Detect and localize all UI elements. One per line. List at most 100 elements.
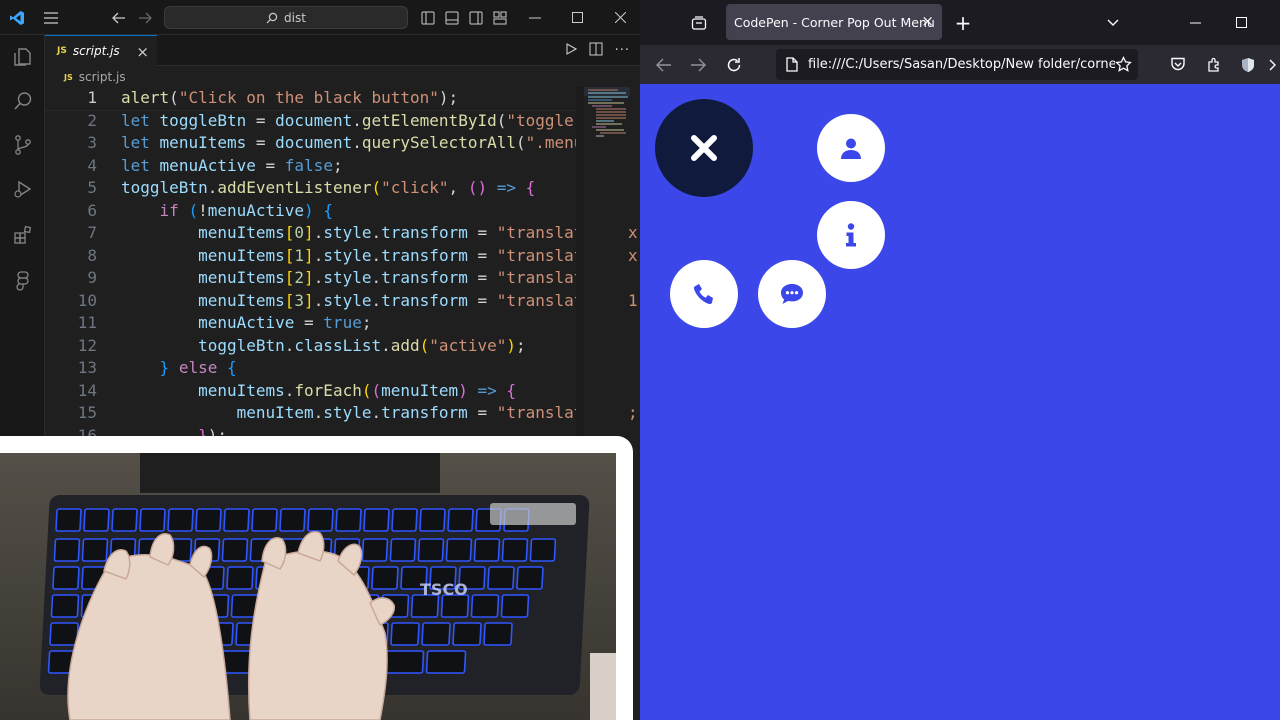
code-overflow-fragment (576, 335, 640, 358)
keyboard-key (55, 508, 82, 532)
command-center-search[interactable]: dist (164, 6, 408, 29)
code-line[interactable]: 10 menuItems[3].style.transform = "trans… (45, 290, 580, 313)
menu-icon[interactable] (40, 0, 62, 35)
keyboard-key (251, 508, 278, 532)
keyboard-key (516, 566, 544, 590)
minimap[interactable] (584, 87, 630, 147)
search-view-icon[interactable] (0, 81, 45, 121)
code-line[interactable]: 9 menuItems[2].style.transform = "transl… (45, 267, 580, 290)
breadcrumb[interactable]: JS script.js (64, 68, 126, 86)
source-control-icon[interactable] (0, 125, 45, 165)
firefox-nav-bar: file:///C:/Users/Sasan/Desktop/New folde… (640, 45, 1280, 84)
code-line[interactable]: 2 let toggleBtn = document.getElementById… (45, 110, 580, 133)
close-window-icon[interactable] (605, 0, 635, 35)
code-overflow-fragment: x, (628, 245, 640, 265)
minimize-icon[interactable] (520, 0, 550, 35)
line-number: 11 (77, 313, 97, 332)
code-line[interactable]: 3 let menuItems = document.querySelectorA… (45, 132, 580, 155)
js-file-icon: JS (57, 46, 67, 56)
line-number: 9 (87, 268, 97, 287)
line-number: 3 (87, 133, 97, 152)
menu-item-info[interactable] (817, 201, 885, 269)
code-line[interactable]: 6 if (!menuActive) { (45, 200, 580, 223)
forward-arrow-icon[interactable] (134, 0, 156, 35)
line-number: 7 (87, 223, 97, 242)
extensions-puzzle-icon[interactable] (1202, 45, 1226, 84)
close-tab-icon[interactable]: × (136, 43, 149, 61)
code-text: menuItems[0].style.transform = "translat… (198, 223, 580, 242)
code-text: menuActive = true; (198, 313, 372, 332)
code-editor[interactable]: 1 alert("Click on the black button"); 2 let… (45, 87, 580, 437)
reload-icon[interactable] (722, 45, 746, 84)
user-icon (841, 138, 861, 159)
code-text: if (!menuActive) { (159, 200, 333, 220)
keyboard-key (383, 650, 425, 674)
keyboard-key (389, 538, 417, 562)
figma-icon[interactable] (0, 261, 45, 301)
code-line[interactable]: 13 } else { (45, 357, 580, 380)
more-actions-icon[interactable]: ··· (615, 43, 630, 58)
firefox-view-icon[interactable] (686, 0, 712, 45)
code-line[interactable]: 4 let menuActive = false; (45, 155, 580, 178)
back-arrow-icon[interactable] (108, 0, 130, 35)
toggle-button[interactable] (655, 99, 753, 197)
minimize-icon[interactable] (1180, 0, 1210, 45)
code-line[interactable]: 7 menuItems[0].style.transform = "transl… (45, 222, 580, 245)
code-line[interactable]: 15 menuItem.style.transform = "translate (45, 402, 580, 425)
toggle-panel-icon[interactable] (442, 0, 462, 35)
keyboard-key (223, 508, 250, 532)
forward-arrow-icon[interactable] (686, 45, 710, 84)
menu-item-phone[interactable] (670, 260, 738, 328)
shield-icon[interactable] (1236, 45, 1260, 84)
menu-item-chat[interactable] (758, 260, 826, 328)
keyboard-key (361, 538, 389, 562)
explorer-icon[interactable] (0, 37, 45, 77)
tab-title: CodePen - Corner Pop Out Menu (734, 14, 935, 30)
code-overflow-fragment (576, 380, 640, 403)
maximize-icon[interactable] (562, 0, 592, 35)
line-number: 5 (87, 178, 97, 197)
line-number: 13 (77, 358, 97, 377)
toggle-sidebar-icon[interactable] (418, 0, 438, 35)
split-editor-icon[interactable] (589, 42, 603, 60)
code-overflow-fragment (576, 200, 640, 223)
page-icon (786, 57, 798, 72)
code-overflow-fragment (576, 312, 640, 335)
command-center-text: dist (284, 10, 306, 25)
code-text: menuItems[1].style.transform = "translat… (198, 245, 580, 265)
code-line[interactable]: 8 menuItems[1].style.transform = "transl… (45, 245, 580, 268)
close-tab-icon[interactable]: × (921, 12, 934, 30)
keyboard-key (421, 622, 451, 646)
pocket-icon[interactable] (1166, 45, 1190, 84)
menu-item-user[interactable] (817, 114, 885, 182)
code-overflow-fragment: ; (628, 403, 638, 422)
js-file-icon: JS (64, 72, 73, 82)
line-number: 14 (77, 380, 97, 400)
overflow-menu-icon[interactable] (1268, 45, 1280, 84)
tab-codepen[interactable]: CodePen - Corner Pop Out Menu × (726, 4, 942, 40)
list-tabs-chevron-down-icon[interactable] (1102, 0, 1124, 45)
run-debug-icon[interactable] (0, 169, 45, 209)
keyboard-key (53, 538, 81, 562)
extensions-icon[interactable] (0, 215, 45, 255)
url-bar[interactable]: file:///C:/Users/Sasan/Desktop/New folde… (776, 49, 1138, 80)
bookmark-star-icon[interactable] (1115, 56, 1132, 73)
run-icon[interactable] (565, 42, 577, 59)
tab-script-js[interactable]: JS script.js × (45, 35, 157, 66)
toggle-secondary-sidebar-icon[interactable] (466, 0, 486, 35)
keyboard-key (447, 508, 474, 532)
code-line[interactable]: 12 toggleBtn.classList.add("active"); (45, 335, 580, 358)
maximize-icon[interactable] (1226, 0, 1256, 45)
breadcrumb-file: script.js (78, 70, 126, 84)
code-line[interactable]: 1 alert("Click on the black button"); (45, 87, 580, 111)
code-line[interactable]: 11 menuActive = true; (45, 312, 580, 335)
code-line[interactable]: 5 toggleBtn.addEventListener("click", () … (45, 177, 580, 200)
code-line[interactable]: 14 menuItems.forEach((menuItem) => { (45, 380, 580, 403)
keyboard-key (221, 538, 249, 562)
back-arrow-icon[interactable] (652, 45, 676, 84)
editor-actions: ··· (565, 35, 630, 66)
keyboard-key (363, 508, 390, 532)
keyboard-key (529, 538, 557, 562)
new-tab-icon[interactable]: + (952, 0, 974, 45)
customize-layout-icon[interactable] (490, 0, 510, 35)
